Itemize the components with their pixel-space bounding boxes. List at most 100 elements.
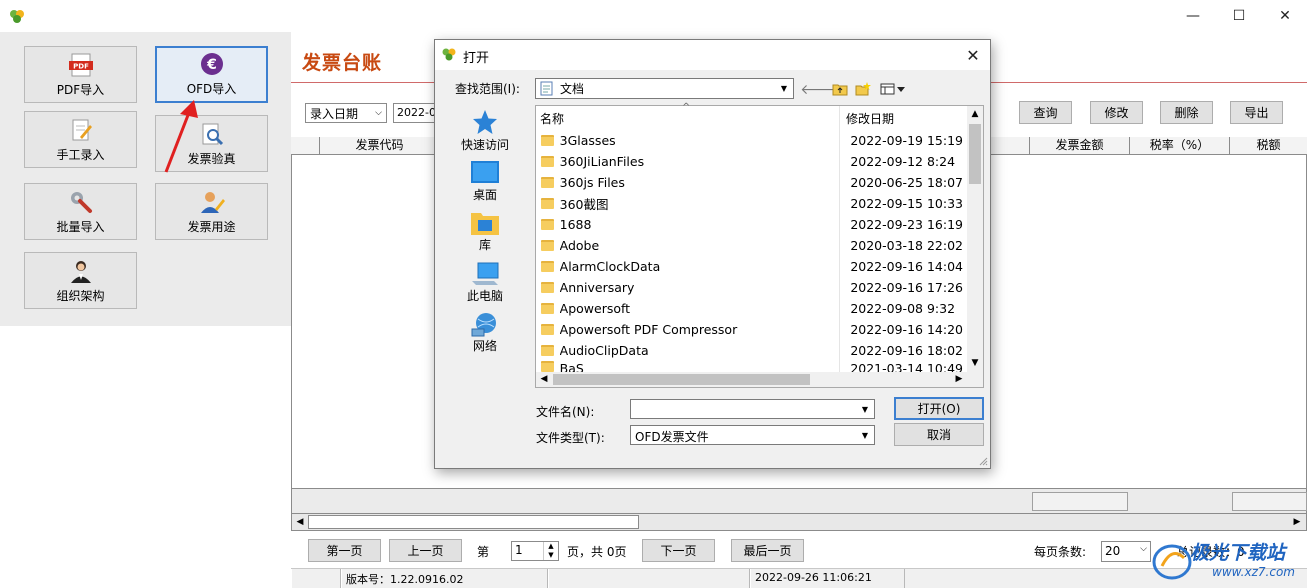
window-titlebar [0, 0, 1307, 32]
column-header-name[interactable]: 名称 [540, 110, 564, 127]
resize-grip-icon[interactable] [978, 456, 988, 466]
folder-icon [541, 324, 554, 335]
list-item[interactable]: 360截图 2022-09-15 10:33 [541, 193, 967, 214]
file-date: 2022-09-08 9:32 [850, 301, 956, 316]
chevron-down-icon: ⌵ [375, 108, 382, 118]
org-structure-button[interactable]: 组织架构 [24, 252, 137, 309]
chevron-down-icon[interactable]: ▼ [857, 427, 873, 443]
close-button[interactable]: ✕ [1262, 0, 1307, 32]
scrollbar-thumb[interactable] [308, 515, 639, 529]
dialog-close-button[interactable]: ✕ [960, 43, 986, 67]
file-date: 2022-09-16 18:02 [850, 343, 963, 358]
look-in-select[interactable]: 文档 [535, 78, 794, 99]
scroll-up-icon[interactable]: ▲ [967, 106, 983, 122]
chevron-down-icon: ⌵ [1140, 544, 1147, 554]
place-library[interactable]: 库 [450, 210, 520, 253]
app-logo-icon [10, 10, 24, 23]
summary-tax-cell [1232, 492, 1307, 511]
table-header-select [291, 137, 320, 155]
invoice-usage-button[interactable]: 发票用途 [155, 183, 268, 240]
place-label: 库 [478, 238, 491, 252]
place-quick-access[interactable]: 快速访问 [450, 108, 520, 153]
edit-document-icon [67, 117, 95, 143]
last-page-button[interactable]: 最后一页 [731, 539, 804, 562]
export-button[interactable]: 导出 [1230, 101, 1283, 124]
open-button[interactable]: 打开(O) [894, 397, 984, 420]
place-label: 网络 [472, 339, 497, 353]
list-item[interactable]: 3Glasses 2022-09-19 15:19 [541, 130, 967, 151]
up-folder-icon[interactable] [831, 80, 849, 98]
file-name: AudioClipData [559, 343, 649, 358]
date-type-select[interactable]: 录入日期 ⌵ [305, 103, 387, 123]
per-page-select[interactable]: 20 ⌵ [1101, 541, 1151, 562]
list-item[interactable]: BaS 2021-03-14 10:49 [541, 361, 967, 372]
file-name: Adobe [559, 238, 600, 253]
person-icon [67, 258, 95, 284]
new-folder-icon[interactable] [854, 80, 872, 98]
view-menu-icon[interactable] [879, 80, 907, 98]
chevron-down-icon[interactable]: ▼ [857, 401, 873, 417]
scroll-right-icon[interactable]: ▶ [951, 372, 967, 387]
place-desktop[interactable]: 桌面 [450, 160, 520, 203]
file-date: 2022-09-16 14:20 [850, 322, 963, 337]
per-page-label: 每页条数: [1034, 545, 1087, 559]
datetime-label: 2022-09-26 11:06:21 [750, 569, 905, 588]
column-header-date[interactable]: 修改日期 [846, 110, 894, 127]
list-item[interactable]: 360js Files 2020-06-25 18:07 [541, 172, 967, 193]
first-page-button[interactable]: 第一页 [308, 539, 381, 562]
back-arrow-icon[interactable]: 🡐 [800, 80, 838, 98]
folder-icon [541, 198, 554, 209]
file-name-input[interactable] [630, 399, 875, 419]
list-item[interactable]: 1688 2022-09-23 16:19 [541, 214, 967, 235]
status-cell-empty [548, 569, 750, 588]
list-item[interactable]: Apowersoft 2022-09-08 9:32 [541, 298, 967, 319]
list-item[interactable]: 360JiLianFiles 2022-09-12 8:24 [541, 151, 967, 172]
file-type-select[interactable]: OFD发票文件 [630, 425, 875, 445]
cancel-button[interactable]: 取消 [894, 423, 984, 446]
page-label: 第 [477, 545, 490, 559]
file-name: Apowersoft PDF Compressor [559, 322, 738, 337]
chevron-down-icon[interactable]: ▼ [776, 80, 792, 97]
maximize-button[interactable]: ☐ [1216, 0, 1262, 32]
file-date: 2022-09-12 8:24 [850, 154, 956, 169]
file-date: 2022-09-16 14:04 [850, 259, 963, 274]
list-item[interactable]: Apowersoft PDF Compressor 2022-09-16 14:2… [541, 319, 967, 340]
pdf-import-button[interactable]: PDF PDF导入 [24, 46, 137, 103]
place-network[interactable]: 网络 [450, 311, 520, 354]
star-icon [473, 110, 497, 134]
folder-icon [541, 261, 554, 272]
scrollbar-thumb[interactable] [553, 374, 810, 385]
file-date: 2021-03-14 10:49 [850, 361, 963, 372]
list-item[interactable]: Anniversary 2022-09-16 17:26 [541, 277, 967, 298]
ofd-import-button[interactable]: € OFD导入 [155, 46, 268, 103]
folder-icon [541, 345, 554, 356]
scroll-down-icon[interactable]: ▼ [967, 355, 983, 371]
file-date: 2020-03-18 22:02 [850, 238, 963, 253]
prev-page-button[interactable]: 上一页 [389, 539, 462, 562]
page-spinner-icon[interactable]: ▲ ▼ [543, 542, 558, 560]
modify-button[interactable]: 修改 [1090, 101, 1143, 124]
query-button[interactable]: 查询 [1019, 101, 1072, 124]
app-logo-icon [442, 48, 456, 61]
minimize-button[interactable]: — [1170, 0, 1216, 32]
watermark-url: www.xz7.com [1212, 565, 1295, 579]
scroll-right-icon[interactable]: ▶ [1289, 514, 1305, 530]
list-item[interactable]: AudioClipData 2022-09-16 18:02 [541, 340, 967, 361]
list-item[interactable]: Adobe 2020-03-18 22:02 [541, 235, 967, 256]
manual-entry-button[interactable]: 手工录入 [24, 111, 137, 168]
next-page-button[interactable]: 下一页 [642, 539, 715, 562]
scroll-left-icon[interactable]: ◀ [292, 514, 308, 530]
folder-icon [541, 177, 554, 188]
place-this-pc[interactable]: 此电脑 [450, 261, 520, 304]
delete-button[interactable]: 删除 [1160, 101, 1213, 124]
list-item[interactable]: AlarmClockData 2022-09-16 14:04 [541, 256, 967, 277]
start-date-input[interactable]: 2022-09 [393, 103, 437, 123]
watermark-text: 极光下载站 [1190, 542, 1286, 564]
scroll-left-icon[interactable]: ◀ [536, 372, 552, 387]
table-header-blank [990, 137, 1030, 155]
batch-import-button[interactable]: 批量导入 [24, 183, 137, 240]
org-structure-label: 组织架构 [56, 289, 105, 303]
batch-import-label: 批量导入 [56, 220, 105, 234]
manual-entry-label: 手工录入 [56, 148, 105, 162]
scrollbar-thumb[interactable] [969, 124, 981, 184]
